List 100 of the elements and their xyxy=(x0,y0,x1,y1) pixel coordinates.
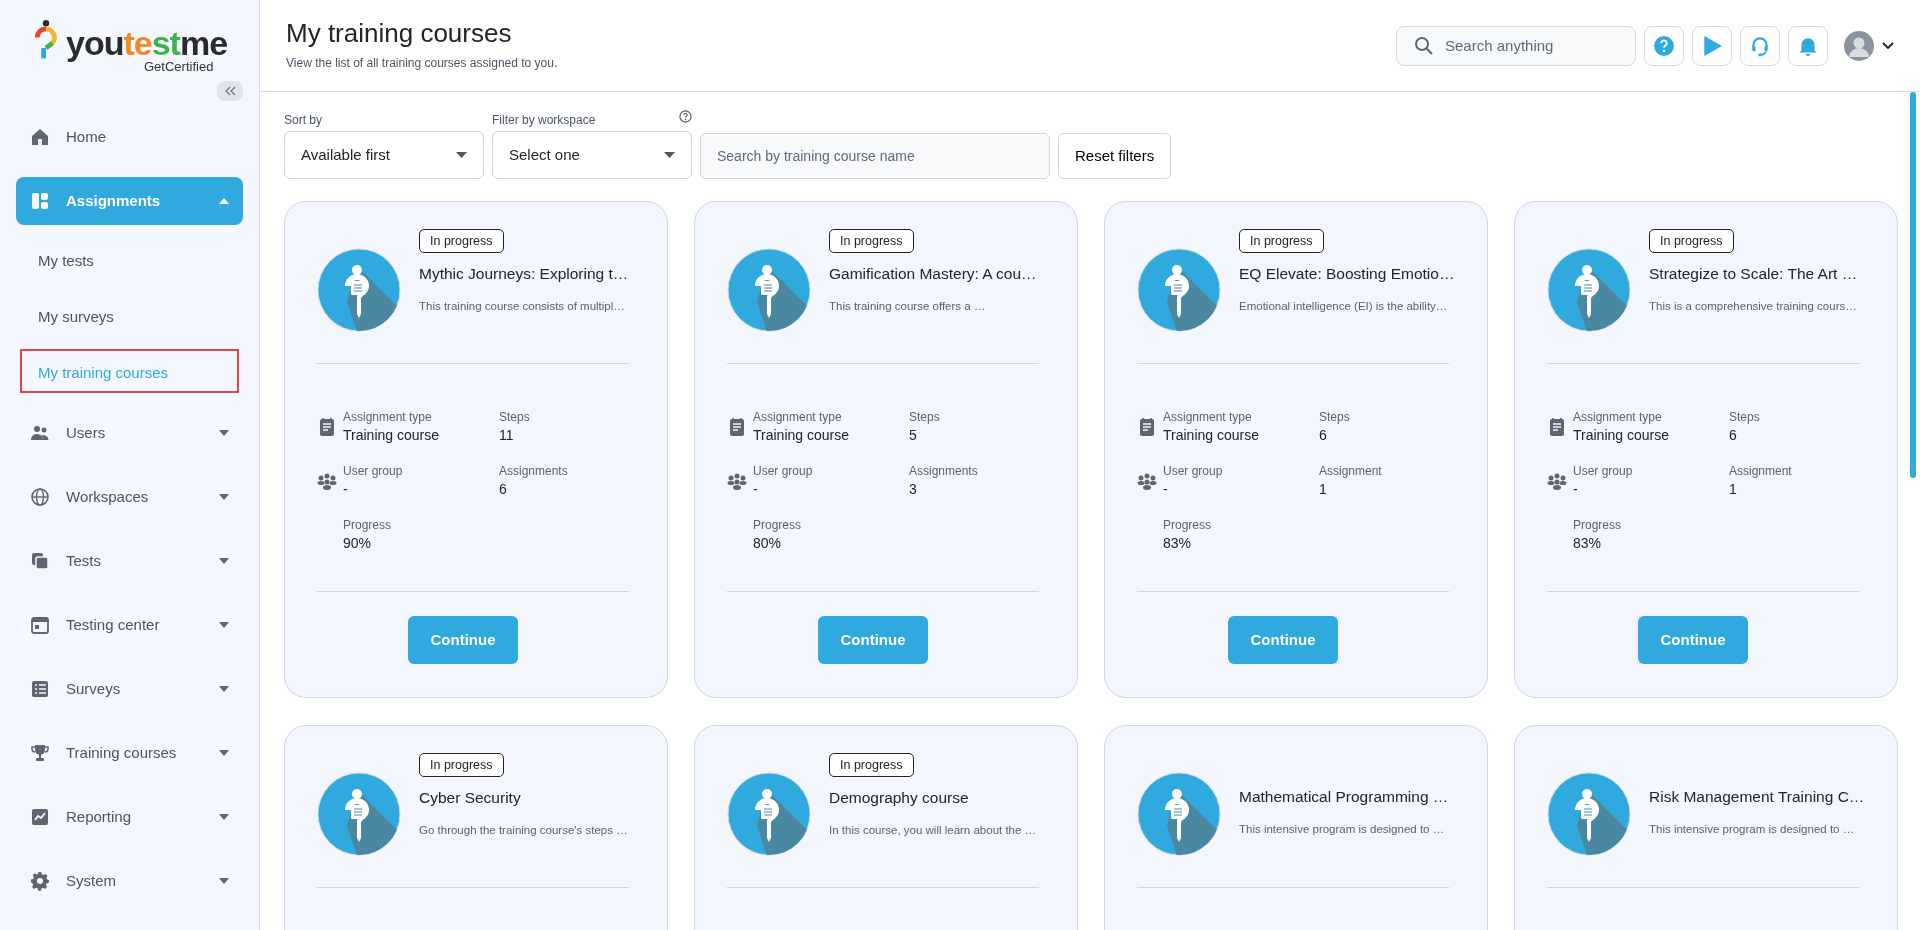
global-search-field[interactable]: Search anything xyxy=(1396,25,1636,66)
caret-icon xyxy=(219,686,229,692)
sidebar-item[interactable]: Surveys xyxy=(16,665,243,713)
logo-tagline: GetCertified xyxy=(144,60,215,73)
home-icon xyxy=(30,127,50,147)
play-button[interactable] xyxy=(1692,25,1732,66)
stat-label: Assignment type xyxy=(343,410,433,426)
stat-value: Training course xyxy=(753,425,850,444)
notifications-button[interactable] xyxy=(1788,25,1828,66)
stat-value: 1 xyxy=(1729,479,1738,498)
sort-dropdown[interactable]: Available first xyxy=(284,131,484,179)
stat-value: - xyxy=(343,479,349,498)
stat-label: User group xyxy=(1163,464,1224,480)
stat-value: 6 xyxy=(1729,425,1738,444)
document-icon xyxy=(727,417,747,437)
sidebar-item[interactable]: Tests xyxy=(16,537,243,585)
help-button[interactable] xyxy=(1644,25,1684,66)
caret-icon xyxy=(219,622,229,628)
collapse-sidebar-button[interactable] xyxy=(217,81,243,101)
course-icon xyxy=(317,248,401,332)
course-title: Gamification Mastery: A cou… xyxy=(829,265,1038,284)
stat-value: 6 xyxy=(1319,425,1328,444)
stat-value: 1 xyxy=(1319,479,1328,498)
course-description: This is a comprehensive training cours… xyxy=(1649,298,1858,314)
settings-icon xyxy=(30,871,50,891)
caret-icon xyxy=(664,152,675,158)
logo-icon xyxy=(34,20,58,60)
course-description: This training course consists of multipl… xyxy=(419,298,626,314)
workspace-label: Filter by workspace xyxy=(492,111,596,129)
sidebar-item[interactable]: Testing center xyxy=(16,601,243,649)
status-tag: In progress xyxy=(1649,229,1734,253)
course-description: This intensive program is designed to … xyxy=(1239,821,1446,837)
course-search-field[interactable]: Search by training course name xyxy=(700,133,1050,179)
course-title: Demography course xyxy=(829,789,970,808)
stat-value: 80% xyxy=(753,533,783,552)
workspace-dropdown[interactable]: Select one xyxy=(492,131,692,179)
sidebar-item[interactable]: Reporting xyxy=(16,793,243,841)
stat-value: 5 xyxy=(909,425,918,444)
status-tag: In progress xyxy=(419,229,504,253)
sidebar-item[interactable]: Users xyxy=(16,409,243,457)
stat-value: - xyxy=(1163,479,1169,498)
course-description: This intensive program is designed to … xyxy=(1649,821,1856,837)
sidebar-item[interactable]: Home xyxy=(16,113,243,161)
sidebar-item[interactable]: Workspaces xyxy=(16,473,243,521)
stat-label: Steps xyxy=(909,410,941,426)
status-tag: In progress xyxy=(1239,229,1324,253)
headset-icon xyxy=(1749,34,1771,57)
scrollbar-thumb[interactable] xyxy=(1910,92,1916,478)
stat-value: Training course xyxy=(1573,425,1670,444)
course-title: Mythic Journeys: Exploring t… xyxy=(419,265,629,284)
caret-icon xyxy=(219,750,229,756)
globe-icon xyxy=(30,487,50,507)
caret-icon xyxy=(219,558,229,564)
stat-value: 3 xyxy=(909,479,918,498)
stat-label: Steps xyxy=(499,410,531,426)
support-button[interactable] xyxy=(1740,25,1780,66)
course-title: Cyber Security xyxy=(419,789,522,808)
stat-value: - xyxy=(753,479,759,498)
course-description: Go through the training course's steps … xyxy=(419,822,629,838)
copies-icon xyxy=(30,551,50,571)
document-icon xyxy=(1547,417,1567,437)
stat-label: Progress xyxy=(1163,518,1213,534)
double-chevron-icon xyxy=(224,86,236,96)
stat-label: Assignment type xyxy=(1573,410,1663,426)
user-menu-button[interactable] xyxy=(1844,30,1894,61)
stat-label: Steps xyxy=(1319,410,1351,426)
document-icon xyxy=(317,417,337,437)
sidebar-item[interactable]: System xyxy=(16,857,243,905)
stat-value: Training course xyxy=(1163,425,1260,444)
dashboard-icon xyxy=(30,191,50,211)
list-icon xyxy=(30,679,50,699)
sidebar-subitem[interactable]: My surveys xyxy=(20,293,239,337)
stat-label: Progress xyxy=(343,518,393,534)
course-icon xyxy=(727,248,811,332)
stat-label: Progress xyxy=(753,518,803,534)
sidebar-item[interactable]: Training courses xyxy=(16,729,243,777)
course-description: In this course, you will learn about the … xyxy=(829,822,1038,838)
group-icon xyxy=(1547,471,1567,491)
stat-value: Training course xyxy=(343,425,440,444)
stat-value: 11 xyxy=(499,425,515,444)
reset-filters-button[interactable]: Reset filters xyxy=(1058,133,1172,179)
group-icon xyxy=(727,471,747,491)
stat-label: Assignment xyxy=(1729,464,1793,480)
stat-label: Assignment xyxy=(1319,464,1383,480)
course-icon xyxy=(1137,772,1221,856)
users-icon xyxy=(30,423,50,443)
caret-icon xyxy=(219,814,229,820)
sort-label: Sort by xyxy=(284,112,322,129)
stat-label: Assignments xyxy=(909,464,979,480)
calendar-icon xyxy=(30,615,50,635)
course-description: Emotional intelligence (EI) is the ability… xyxy=(1239,298,1449,314)
stat-label: Steps xyxy=(1729,410,1761,426)
stat-value: 6 xyxy=(499,479,508,498)
search-icon xyxy=(1414,35,1434,56)
group-icon xyxy=(317,471,337,491)
logo-wordmark: youtestme xyxy=(66,26,228,60)
sidebar-subitem[interactable]: My tests xyxy=(20,237,239,281)
help-icon[interactable] xyxy=(679,110,692,123)
trophy-icon xyxy=(30,743,50,763)
course-icon xyxy=(727,772,811,856)
